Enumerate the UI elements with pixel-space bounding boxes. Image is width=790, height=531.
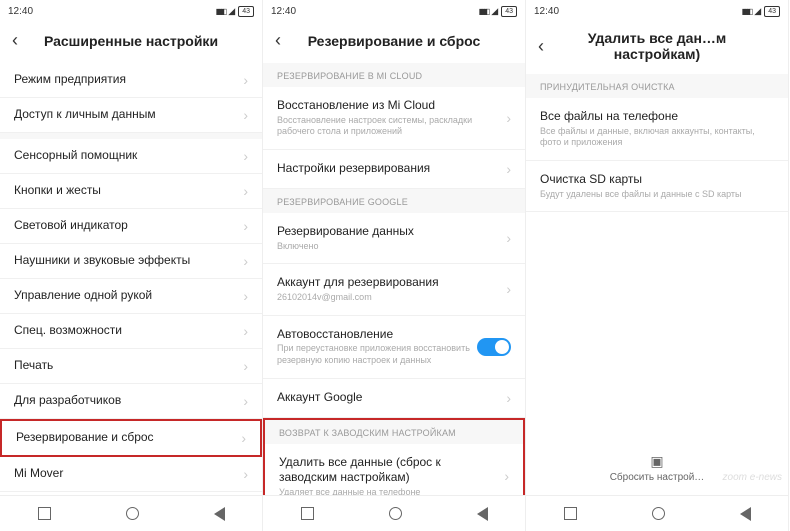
- chevron-right-icon: ›: [243, 218, 248, 234]
- auto-restore-toggle[interactable]: [477, 338, 511, 356]
- row-backup-account[interactable]: Аккаунт для резервирования26102014v@gmai…: [263, 264, 525, 315]
- row-led-indicator[interactable]: Световой индикатор›: [0, 209, 262, 244]
- section-google-backup: РЕЗЕРВИРОВАНИЕ GOOGLE: [263, 189, 525, 213]
- chevron-right-icon: ›: [243, 358, 248, 374]
- screen-advanced-settings: 12:40 ◢ 43 ‹ Расширенные настройки Режим…: [0, 0, 263, 531]
- row-developer-options[interactable]: Для разработчиков›: [0, 384, 262, 419]
- nav-home-button[interactable]: [389, 507, 402, 520]
- backup-reset-list: РЕЗЕРВИРОВАНИЕ В MI CLOUD Восстановление…: [263, 63, 525, 495]
- nav-bar: [0, 495, 262, 531]
- network-icon: ◢: [754, 6, 761, 17]
- network-icon: ◢: [491, 6, 498, 17]
- nav-bar: [526, 495, 788, 531]
- chevron-right-icon: ›: [243, 148, 248, 164]
- settings-list: Режим предприятия› Доступ к личным данны…: [0, 63, 262, 495]
- screen-backup-reset: 12:40 ◢ 43 ‹ Резервирование и сброс РЕЗЕ…: [263, 0, 526, 531]
- chevron-right-icon: ›: [243, 183, 248, 199]
- status-icons: ◢ 43: [479, 6, 517, 17]
- chevron-right-icon: ›: [506, 281, 511, 297]
- camera-reset-icon: ▣: [534, 453, 780, 470]
- section-force-clean: ПРИНУДИТЕЛЬНАЯ ОЧИСТКА: [526, 74, 788, 98]
- chevron-right-icon: ›: [506, 390, 511, 406]
- status-time: 12:40: [8, 6, 33, 17]
- status-bar: 12:40 ◢ 43: [526, 0, 788, 20]
- battery-icon: 43: [238, 6, 254, 17]
- nav-back-button[interactable]: [214, 507, 225, 521]
- back-icon[interactable]: ‹: [12, 30, 32, 51]
- row-google-account[interactable]: Аккаунт Google ›: [263, 379, 525, 418]
- nav-recent-button[interactable]: [564, 507, 577, 520]
- chevron-right-icon: ›: [243, 72, 248, 88]
- status-time: 12:40: [271, 6, 296, 17]
- row-erase-all-data[interactable]: Удалить все данные (сброс к заводским на…: [263, 444, 525, 496]
- erase-options: ПРИНУДИТЕЛЬНАЯ ОЧИСТКА Все файлы на теле…: [526, 74, 788, 495]
- signal-icon: [742, 6, 752, 16]
- nav-home-button[interactable]: [652, 507, 665, 520]
- status-icons: ◢ 43: [742, 6, 780, 17]
- row-headphones-audio[interactable]: Наушники и звуковые эффекты›: [0, 244, 262, 279]
- nav-home-button[interactable]: [126, 507, 139, 520]
- network-icon: ◢: [228, 6, 235, 17]
- status-time: 12:40: [534, 6, 559, 17]
- header: ‹ Расширенные настройки: [0, 20, 262, 63]
- row-mi-mover[interactable]: Mi Mover›: [0, 457, 262, 492]
- row-backup-settings[interactable]: Настройки резервирования ›: [263, 150, 525, 189]
- status-bar: 12:40 ◢ 43: [0, 0, 262, 20]
- chevron-right-icon: ›: [243, 393, 248, 409]
- chevron-right-icon: ›: [506, 161, 511, 177]
- signal-icon: [479, 6, 489, 16]
- back-icon[interactable]: ‹: [538, 36, 558, 57]
- back-icon[interactable]: ‹: [275, 30, 295, 51]
- chevron-right-icon: ›: [243, 253, 248, 269]
- page-title: Расширенные настройки: [32, 33, 250, 49]
- row-restore-mi-cloud[interactable]: Восстановление из Mi CloudВосстановление…: [263, 87, 525, 150]
- signal-icon: [216, 6, 226, 16]
- nav-recent-button[interactable]: [38, 507, 51, 520]
- row-clean-sd-card[interactable]: Очистка SD картыБудут удалены все файлы …: [526, 161, 788, 212]
- chevron-right-icon: ›: [243, 288, 248, 304]
- section-mi-cloud: РЕЗЕРВИРОВАНИЕ В MI CLOUD: [263, 63, 525, 87]
- section-factory-reset: ВОЗВРАТ К ЗАВОДСКИМ НАСТРОЙКАМ: [263, 418, 525, 444]
- chevron-right-icon: ›: [504, 468, 509, 484]
- row-privacy-access[interactable]: Доступ к личным данным›: [0, 98, 262, 133]
- page-title: Удалить все дан…м настройкам): [558, 30, 776, 62]
- status-icons: ◢ 43: [216, 6, 254, 17]
- nav-bar: [263, 495, 525, 531]
- screen-erase-all-data: 12:40 ◢ 43 ‹ Удалить все дан…м настройка…: [526, 0, 789, 531]
- reset-settings-button[interactable]: ▣ Сбросить настрой…: [526, 445, 788, 491]
- chevron-right-icon: ›: [506, 230, 511, 246]
- row-backup-reset[interactable]: Резервирование и сброс›: [0, 419, 262, 457]
- page-title: Резервирование и сброс: [295, 33, 513, 49]
- status-bar: 12:40 ◢ 43: [263, 0, 525, 20]
- chevron-right-icon: ›: [243, 107, 248, 123]
- header: ‹ Удалить все дан…м настройкам): [526, 20, 788, 74]
- row-backup-data[interactable]: Резервирование данныхВключено ›: [263, 213, 525, 264]
- row-enterprise-mode[interactable]: Режим предприятия›: [0, 63, 262, 98]
- battery-icon: 43: [501, 6, 517, 17]
- chevron-right-icon: ›: [243, 466, 248, 482]
- nav-recent-button[interactable]: [301, 507, 314, 520]
- row-touch-assistant[interactable]: Сенсорный помощник›: [0, 139, 262, 174]
- row-auto-restore[interactable]: АвтовосстановлениеПри переустановке прил…: [263, 316, 525, 379]
- chevron-right-icon: ›: [241, 430, 246, 446]
- nav-back-button[interactable]: [477, 507, 488, 521]
- chevron-right-icon: ›: [506, 110, 511, 126]
- nav-back-button[interactable]: [740, 507, 751, 521]
- row-accessibility[interactable]: Спец. возможности›: [0, 314, 262, 349]
- battery-icon: 43: [764, 6, 780, 17]
- row-one-hand-mode[interactable]: Управление одной рукой›: [0, 279, 262, 314]
- chevron-right-icon: ›: [243, 323, 248, 339]
- row-buttons-gestures[interactable]: Кнопки и жесты›: [0, 174, 262, 209]
- row-print[interactable]: Печать›: [0, 349, 262, 384]
- row-all-files-on-phone[interactable]: Все файлы на телефонеВсе файлы и данные,…: [526, 98, 788, 161]
- header: ‹ Резервирование и сброс: [263, 20, 525, 63]
